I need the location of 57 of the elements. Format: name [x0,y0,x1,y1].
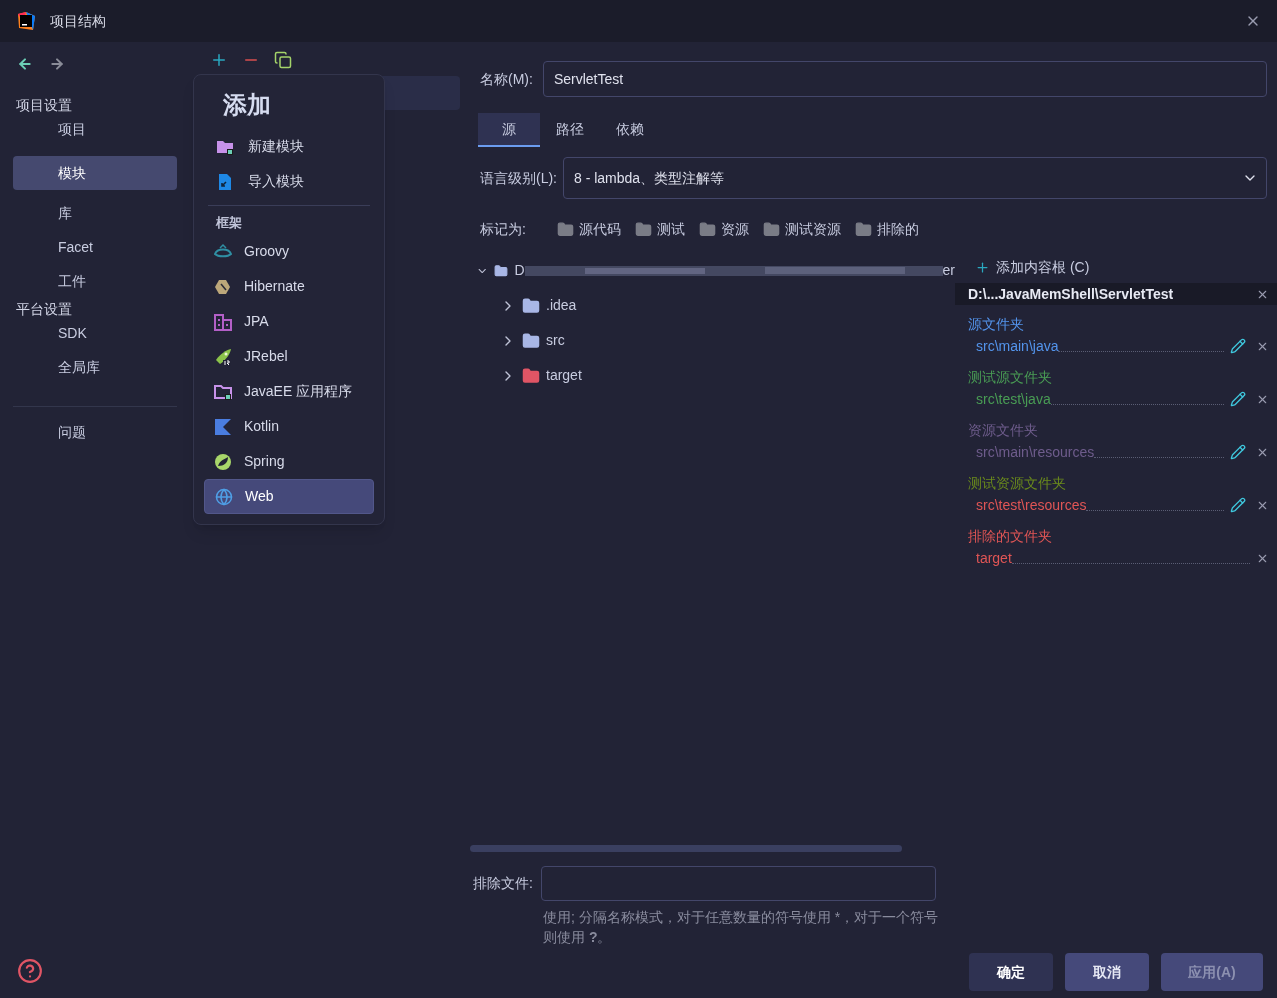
language-level-label: 语言级别(L): [480,168,557,188]
folder-path: src\main\java [976,336,1059,356]
name-label: 名称(M): [480,69,533,89]
folder-group-title: 源文件夹 [968,315,1025,334]
tab[interactable]: 路径 [540,113,600,147]
mark-as-button[interactable]: 源代码 [557,218,621,240]
menu-item[interactable]: 导入模块 [204,164,374,199]
folder-group-title: 排除的文件夹 [968,527,1053,546]
sidebar-item[interactable]: 问题 [13,415,177,449]
section-header: 平台设置 [15,300,73,318]
tree-item-label[interactable]: src [546,330,565,351]
folder-group-title: 资源文件夹 [968,421,1039,440]
dialog-button[interactable]: 确定 [969,953,1053,991]
window-title: 项目结构 [50,11,106,31]
folder-path: src\main\resources [976,442,1095,462]
dialog-button[interactable]: 取消 [1065,953,1149,991]
menu-item[interactable]: Hibernate [204,269,374,304]
folder-group-title: 测试资源文件夹 [968,474,1067,493]
sidebar-item[interactable]: 库 [13,198,177,228]
menu-item[interactable]: Spring [204,444,374,479]
menu-section-header: 框架 [214,214,243,232]
popup-title: 添加 [222,91,272,120]
sidebar-item[interactable]: Facet [13,232,177,262]
name-field[interactable]: ServletTest [542,61,1267,97]
language-level-dropdown[interactable]: 8 - lambda、类型注解等 [563,157,1267,199]
mark-as-button[interactable]: 测试资源 [763,218,841,240]
folder-path: target [976,548,1012,568]
menu-item[interactable]: JavaEE 应用程序 [204,374,374,409]
mark-as-label: 标记为: [480,219,527,239]
mark-as-button[interactable]: 测试 [635,218,685,240]
sidebar-item[interactable]: 工件 [13,266,177,296]
content-root-path: D:\...JavaMemShell\ServletTest [968,284,1175,304]
mark-as-button[interactable]: 资源 [699,218,749,240]
sidebar-item[interactable]: SDK [13,318,177,348]
menu-item[interactable]: Web [204,479,374,514]
add-content-root-link[interactable]: 添加内容根 (C) [996,256,1090,278]
folder-path: src\test\resources [976,495,1087,515]
menu-item[interactable]: JPA [204,304,374,339]
tab[interactable]: 依赖 [600,113,660,147]
tree-item-label[interactable]: target [546,365,582,386]
menu-item[interactable]: 新建模块 [204,129,374,164]
exclude-files-label: 排除文件: [473,874,533,893]
tree-item-label[interactable]: D [514,260,525,281]
tree-item-label[interactable]: er [942,260,955,281]
tree-item-label[interactable]: .idea [546,295,577,316]
sidebar-item[interactable]: 全局库 [13,352,177,382]
exclude-hint: 使用; 分隔名称模式，对于任意数量的符号使用 *，对于一个符号则使用 ?。 [543,908,940,947]
section-header: 项目设置 [15,96,73,114]
menu-item[interactable]: JRebel [204,339,374,374]
sidebar-item[interactable]: 模块 [13,156,177,190]
tab[interactable]: 源 [478,113,540,147]
folder-group-title: 测试源文件夹 [968,368,1053,387]
folder-path: src\test\java [976,389,1051,409]
menu-item[interactable]: Kotlin [204,409,374,444]
menu-item[interactable]: Groovy [204,234,374,269]
sidebar-item[interactable]: 项目 [13,114,177,144]
mark-as-button[interactable]: 排除的 [855,218,919,240]
